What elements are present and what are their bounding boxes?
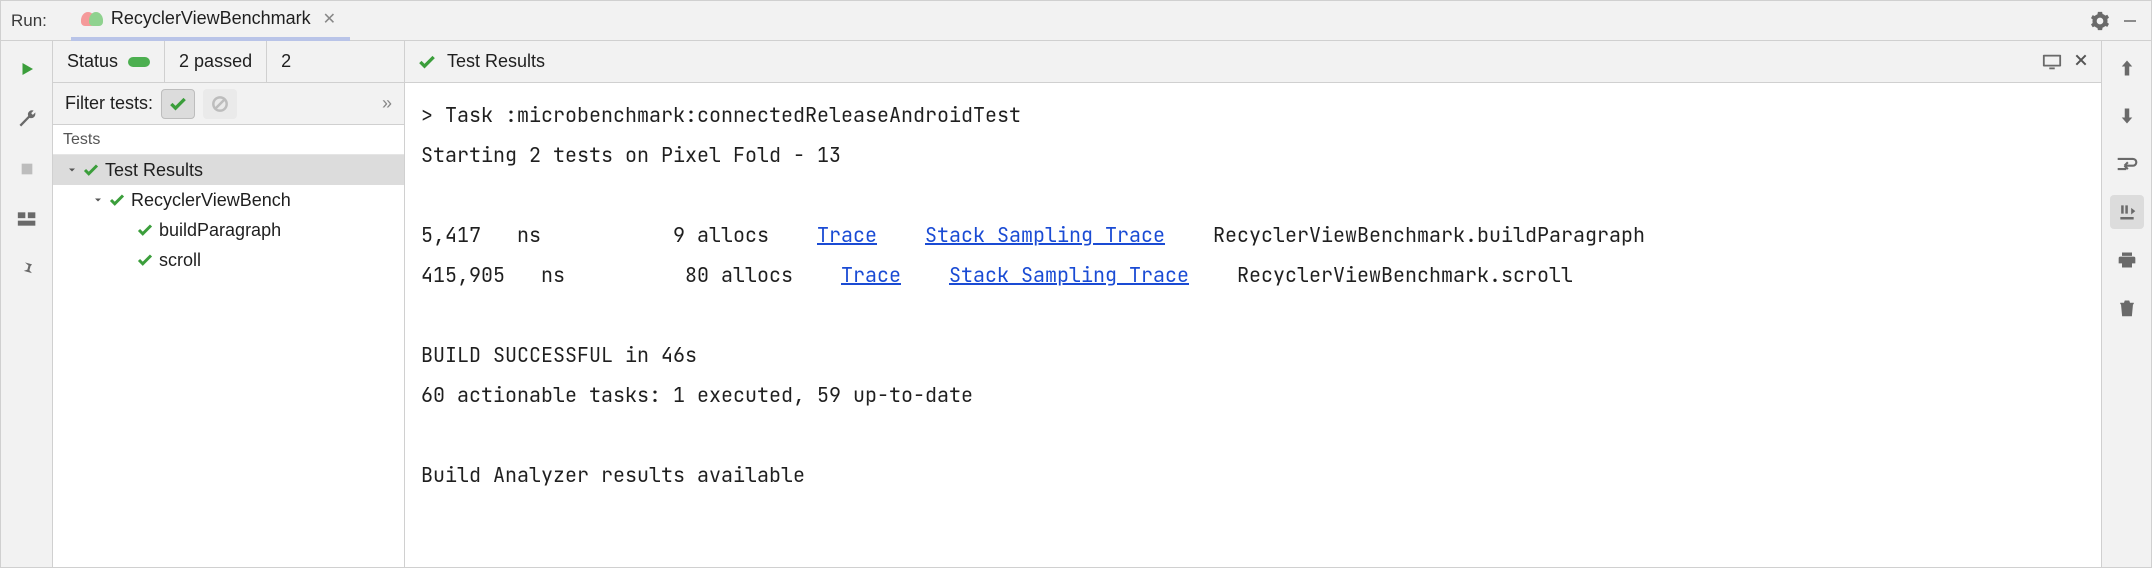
- total-cell: 2: [267, 41, 305, 82]
- total-count: 2: [281, 51, 291, 72]
- print-button[interactable]: [2110, 243, 2144, 277]
- console-line: BUILD SUCCESSFUL in 46s: [421, 335, 2085, 375]
- scroll-up-button[interactable]: [2110, 51, 2144, 85]
- results-panel: Test Results > Task :microbenchmark:conn…: [405, 41, 2101, 567]
- stop-button[interactable]: [13, 155, 41, 183]
- console-line: Build Analyzer results available: [421, 455, 2085, 495]
- tree-test-row[interactable]: buildParagraph: [53, 215, 404, 245]
- run-config-tab-title: RecyclerViewBenchmark: [111, 8, 311, 29]
- layout-icon: [17, 210, 37, 228]
- scroll-to-end-button[interactable]: [2110, 195, 2144, 229]
- console-line: 60 actionable tasks: 1 executed, 59 up-t…: [421, 375, 2085, 415]
- tree-class-label: RecyclerViewBench: [131, 190, 291, 211]
- scroll-down-button[interactable]: [2110, 99, 2144, 133]
- console-line: [421, 415, 2085, 455]
- trash-icon: [2118, 298, 2136, 318]
- show-passed-toggle[interactable]: [161, 89, 195, 119]
- arrow-down-icon: [2118, 105, 2136, 127]
- chevron-down-icon[interactable]: [89, 194, 107, 206]
- play-icon: [18, 60, 36, 78]
- tree-class-row[interactable]: RecyclerViewBench: [53, 185, 404, 215]
- benchmark-row: 415,905 ns 80 allocs Trace Stack Samplin…: [421, 255, 2085, 295]
- forbidden-icon: [210, 94, 230, 114]
- tree-test-label: buildParagraph: [159, 220, 281, 241]
- trace-link[interactable]: Trace: [817, 222, 877, 248]
- tree-test-row[interactable]: scroll: [53, 245, 404, 275]
- pass-icon: [135, 250, 155, 270]
- test-tree-panel: Status 2 passed 2 Filter tests:: [53, 41, 405, 567]
- rerun-button[interactable]: [13, 55, 41, 83]
- scroll-to-end-icon: [2117, 202, 2137, 222]
- hide-button[interactable]: [2115, 6, 2145, 36]
- show-ignored-toggle[interactable]: [203, 89, 237, 119]
- tree-test-label: scroll: [159, 250, 201, 271]
- gear-icon: [2090, 11, 2110, 31]
- tree-root-row[interactable]: Test Results: [53, 155, 404, 185]
- arrow-up-icon: [2118, 57, 2136, 79]
- instrumented-test-icon: [81, 11, 103, 27]
- check-icon: [168, 94, 188, 114]
- close-icon: [2073, 52, 2089, 68]
- soft-wrap-icon: [2116, 155, 2138, 173]
- edit-config-button[interactable]: [13, 105, 41, 133]
- layout-button[interactable]: [13, 205, 41, 233]
- wrench-icon: [17, 109, 37, 129]
- console-line: > Task :microbenchmark:connectedReleaseA…: [421, 95, 2085, 135]
- minimize-icon: [2121, 12, 2139, 30]
- stop-icon: [19, 161, 35, 177]
- left-toolbar: [1, 41, 53, 567]
- test-tree[interactable]: Test Results RecyclerViewBench buildPar: [53, 155, 404, 567]
- pin-icon: [18, 260, 36, 278]
- chevron-down-icon[interactable]: [63, 164, 81, 176]
- run-label: Run:: [11, 11, 47, 31]
- pass-icon: [135, 220, 155, 240]
- status-bar: Status 2 passed 2: [53, 41, 404, 83]
- device-icon: [2041, 52, 2063, 72]
- close-tab-icon[interactable]: ✕: [323, 9, 336, 29]
- stack-trace-link[interactable]: Stack Sampling Trace: [949, 262, 1189, 288]
- stack-trace-link[interactable]: Stack Sampling Trace: [925, 222, 1165, 248]
- pass-icon: [417, 52, 437, 72]
- tests-column-header: Tests: [53, 125, 404, 155]
- tree-root-label: Test Results: [105, 160, 203, 181]
- console-line: [421, 175, 2085, 215]
- results-header: Test Results: [405, 41, 2101, 83]
- console-output[interactable]: > Task :microbenchmark:connectedReleaseA…: [405, 83, 2101, 567]
- benchmark-row: 5,417 ns 9 allocs Trace Stack Sampling T…: [421, 215, 2085, 255]
- results-title: Test Results: [447, 51, 545, 72]
- status-cell: Status: [53, 41, 165, 82]
- status-pill-passed-icon: [128, 57, 150, 67]
- run-tool-window: Run: RecyclerViewBenchmark ✕: [0, 0, 2152, 568]
- console-line: Starting 2 tests on Pixel Fold - 13: [421, 135, 2085, 175]
- settings-button[interactable]: [2085, 6, 2115, 36]
- clear-button[interactable]: [2110, 291, 2144, 325]
- console-line: [421, 295, 2085, 335]
- right-toolbar: [2101, 41, 2151, 567]
- pass-icon: [107, 190, 127, 210]
- filter-row: Filter tests: »: [53, 83, 404, 125]
- passed-count-text: 2 passed: [179, 51, 252, 72]
- passed-cell: 2 passed: [165, 41, 267, 82]
- close-results-button[interactable]: [2073, 52, 2089, 72]
- print-icon: [2117, 250, 2137, 270]
- run-config-tab[interactable]: RecyclerViewBenchmark ✕: [71, 1, 350, 41]
- pass-icon: [81, 160, 101, 180]
- topbar: Run: RecyclerViewBenchmark ✕: [1, 1, 2151, 41]
- main-area: Status 2 passed 2 Filter tests:: [1, 41, 2151, 567]
- soft-wrap-button[interactable]: [2110, 147, 2144, 181]
- trace-link[interactable]: Trace: [841, 262, 901, 288]
- devices-button[interactable]: [2041, 52, 2063, 72]
- expand-toolbar-button[interactable]: »: [370, 89, 404, 119]
- chevrons-right-icon: »: [382, 93, 392, 114]
- filter-label: Filter tests:: [65, 93, 153, 114]
- status-label: Status: [67, 51, 118, 72]
- pin-button[interactable]: [13, 255, 41, 283]
